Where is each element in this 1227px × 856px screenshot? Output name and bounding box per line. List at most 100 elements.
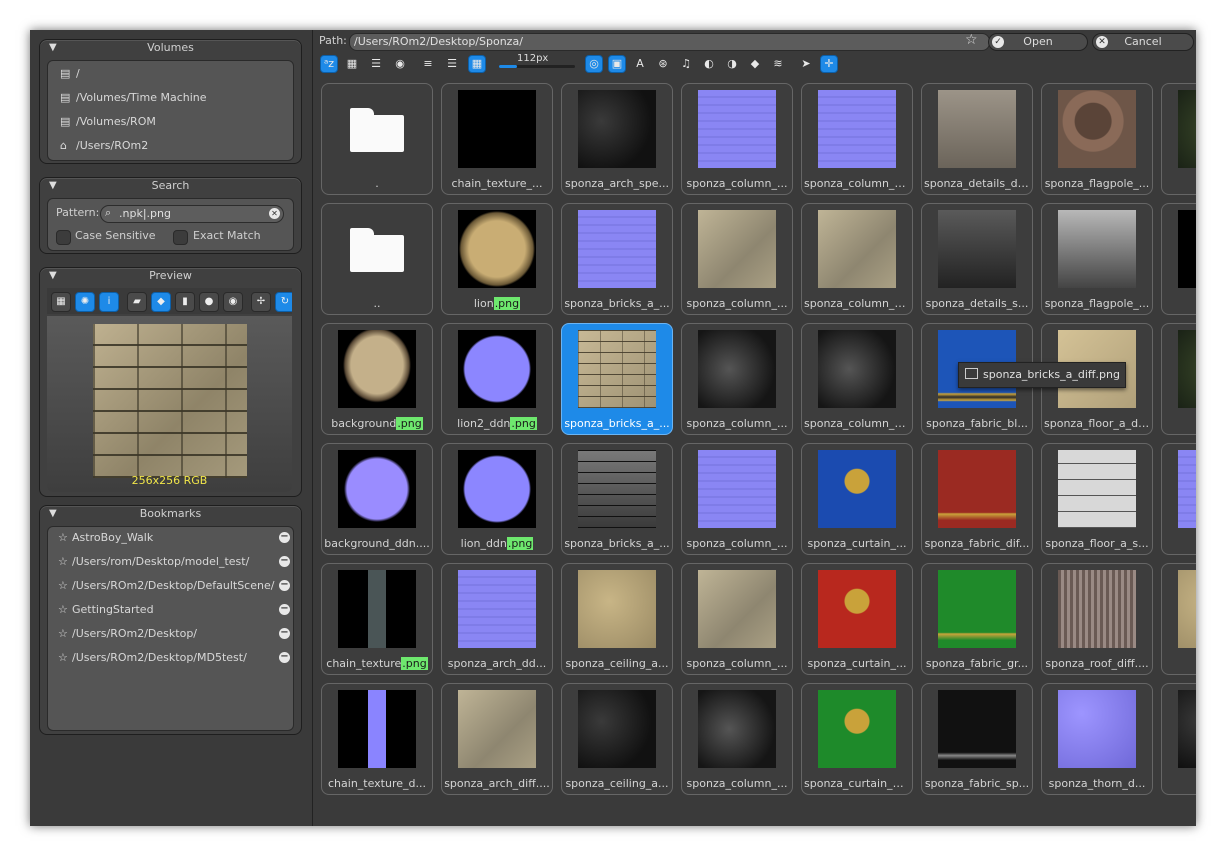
collapse-triangle-icon[interactable]: ▼: [49, 178, 57, 194]
file-item[interactable]: chain_texture.png: [321, 563, 433, 675]
remove-bookmark-icon[interactable]: −: [279, 628, 290, 639]
case-sensitive-checkbox[interactable]: [56, 230, 71, 245]
volume-item-home[interactable]: ⌂ /Users/ROm2: [60, 137, 148, 155]
file-item[interactable]: spon: [1161, 323, 1196, 435]
refresh-icon[interactable]: ↻: [275, 292, 292, 312]
remove-bookmark-icon[interactable]: −: [279, 604, 290, 615]
file-item[interactable]: sponza_column_...: [681, 683, 793, 795]
checker-background-icon[interactable]: ▦: [51, 292, 71, 312]
folder-item[interactable]: .: [321, 83, 433, 195]
file-item[interactable]: sponza_flagpole_...: [1041, 203, 1153, 315]
file-item[interactable]: sponza_fabric_gr...: [921, 563, 1033, 675]
exact-match-checkbox[interactable]: [173, 230, 188, 245]
bookmark-item[interactable]: ☆ AstroBoy_Walk −: [58, 529, 290, 547]
layers-filter-icon[interactable]: ≋: [769, 55, 787, 73]
remove-bookmark-icon[interactable]: −: [279, 580, 290, 591]
search-header[interactable]: ▼ Search: [40, 178, 301, 194]
volume-item-root[interactable]: ▤ /: [60, 65, 80, 83]
file-item[interactable]: sponza_column_c...: [801, 203, 913, 315]
file-item[interactable]: background_ddn....: [321, 443, 433, 555]
show-hidden-eye-icon[interactable]: ◉: [391, 55, 409, 73]
cube-shape-icon[interactable]: ◆: [151, 292, 171, 312]
sort-by-name-icon[interactable]: ᵃz: [320, 55, 338, 73]
file-item[interactable]: sponza_details_s...: [921, 203, 1033, 315]
collapse-triangle-icon[interactable]: ▼: [49, 268, 57, 284]
bookmark-item[interactable]: ☆ /Users/ROm2/Desktop/ −: [58, 625, 290, 643]
crosshair-icon[interactable]: ✛: [820, 55, 838, 73]
bookmark-item[interactable]: ☆ /Users/ROm2/Desktop/MD5test/ −: [58, 649, 290, 667]
file-item[interactable]: sponza_curtain_...: [801, 563, 913, 675]
path-field[interactable]: /Users/ROm2/Desktop/Sponza/: [349, 33, 990, 51]
file-item[interactable]: vase: [1161, 683, 1196, 795]
file-item[interactable]: sponza_arch_spe...: [561, 83, 673, 195]
sun-light-icon[interactable]: ✺: [75, 292, 95, 312]
pattern-input[interactable]: [119, 207, 269, 220]
file-item[interactable]: sponza_arch_dd...: [441, 563, 553, 675]
remove-bookmark-icon[interactable]: −: [279, 652, 290, 663]
bookmark-item[interactable]: ☆ GettingStarted −: [58, 601, 290, 619]
file-item[interactable]: sponza_ceiling_a...: [561, 683, 673, 795]
file-item[interactable]: sponza_curtain_...: [801, 443, 913, 555]
bookmark-item[interactable]: ☆ /Users/rom/Desktop/model_test/ −: [58, 553, 290, 571]
file-item[interactable]: sponza_floor_a_s...: [1041, 443, 1153, 555]
volume-item-time-machine[interactable]: ▤ /Volumes/Time Machine: [60, 89, 207, 107]
image-filter-icon[interactable]: ◎: [585, 55, 603, 73]
file-item[interactable]: sponza_bricks_a_...: [561, 323, 673, 435]
volumes-header[interactable]: ▼ Volumes: [40, 40, 301, 56]
script-filter-icon[interactable]: ◑: [723, 55, 741, 73]
audio-filter-icon[interactable]: ♫: [677, 55, 695, 73]
file-item[interactable]: lion.png: [441, 203, 553, 315]
details-view-icon[interactable]: ☰: [443, 55, 461, 73]
file-item[interactable]: chain_texture_...: [441, 83, 553, 195]
file-item[interactable]: sponza_arch_diff....: [441, 683, 553, 795]
file-item[interactable]: va: [1161, 563, 1196, 675]
file-item[interactable]: sponza_fabric_sp...: [921, 683, 1033, 795]
info-icon[interactable]: i: [99, 292, 119, 312]
file-item[interactable]: sponza_bricks_a_...: [561, 443, 673, 555]
file-item[interactable]: sponza_column_...: [681, 323, 793, 435]
bookmarks-header[interactable]: ▼ Bookmarks: [40, 506, 301, 522]
video-filter-icon[interactable]: ⊛: [654, 55, 672, 73]
shader-filter-icon[interactable]: ◐: [700, 55, 718, 73]
volume-item-rom[interactable]: ▤ /Volumes/ROM: [60, 113, 156, 131]
file-item[interactable]: sponza_thorn_d...: [1041, 683, 1153, 795]
plane-shape-icon[interactable]: ▰: [127, 292, 147, 312]
sort-by-date-icon[interactable]: ▦: [343, 55, 361, 73]
mesh-filter-icon[interactable]: ◆: [746, 55, 764, 73]
thumb-size-slider[interactable]: 112px: [491, 53, 583, 73]
collapse-triangle-icon[interactable]: ▼: [49, 40, 57, 56]
file-item[interactable]: sponza_curtain_g...: [801, 683, 913, 795]
picture-filter-icon[interactable]: ▣: [608, 55, 626, 73]
file-item[interactable]: sponza_column_...: [681, 443, 793, 555]
move-icon[interactable]: ✢: [251, 292, 271, 312]
filter-icon[interactable]: ☰: [367, 55, 385, 73]
file-item[interactable]: sponza_ceiling_a...: [561, 563, 673, 675]
sphere-shape-icon[interactable]: ●: [199, 292, 219, 312]
file-item[interactable]: sponza_column_...: [681, 83, 793, 195]
font-filter-icon[interactable]: A: [631, 55, 649, 73]
file-item[interactable]: sponza_column_c...: [801, 323, 913, 435]
file-item[interactable]: lion_ddn.png: [441, 443, 553, 555]
cylinder-shape-icon[interactable]: ▮: [175, 292, 195, 312]
file-item[interactable]: spon: [1161, 203, 1196, 315]
pointer-icon[interactable]: ➤: [797, 55, 815, 73]
file-item[interactable]: sponza_roof_diff....: [1041, 563, 1153, 675]
open-button[interactable]: ✓ Open: [988, 33, 1088, 51]
file-item[interactable]: chain_texture_d...: [321, 683, 433, 795]
bookmark-item[interactable]: ☆ /Users/ROm2/Desktop/DefaultScene/−: [58, 577, 290, 595]
preview-header[interactable]: ▼ Preview: [40, 268, 301, 284]
remove-bookmark-icon[interactable]: −: [279, 556, 290, 567]
collapse-triangle-icon[interactable]: ▼: [49, 506, 57, 522]
clear-icon[interactable]: ✕: [269, 208, 280, 219]
remove-bookmark-icon[interactable]: −: [279, 532, 290, 543]
file-item[interactable]: sponza_column_...: [681, 563, 793, 675]
file-item[interactable]: sponza_column_...: [681, 203, 793, 315]
grid-view-icon[interactable]: ▦: [468, 55, 486, 73]
file-item[interactable]: sponza_flagpole_...: [1041, 83, 1153, 195]
cancel-button[interactable]: ✕ Cancel: [1092, 33, 1194, 51]
folder-item[interactable]: ..: [321, 203, 433, 315]
file-item[interactable]: sponza_bricks_a_...: [561, 203, 673, 315]
file-item[interactable]: sponza_fabric_dif...: [921, 443, 1033, 555]
file-item[interactable]: sponza_column_c...: [801, 83, 913, 195]
bookmark-star-icon[interactable]: ☆: [965, 32, 978, 48]
